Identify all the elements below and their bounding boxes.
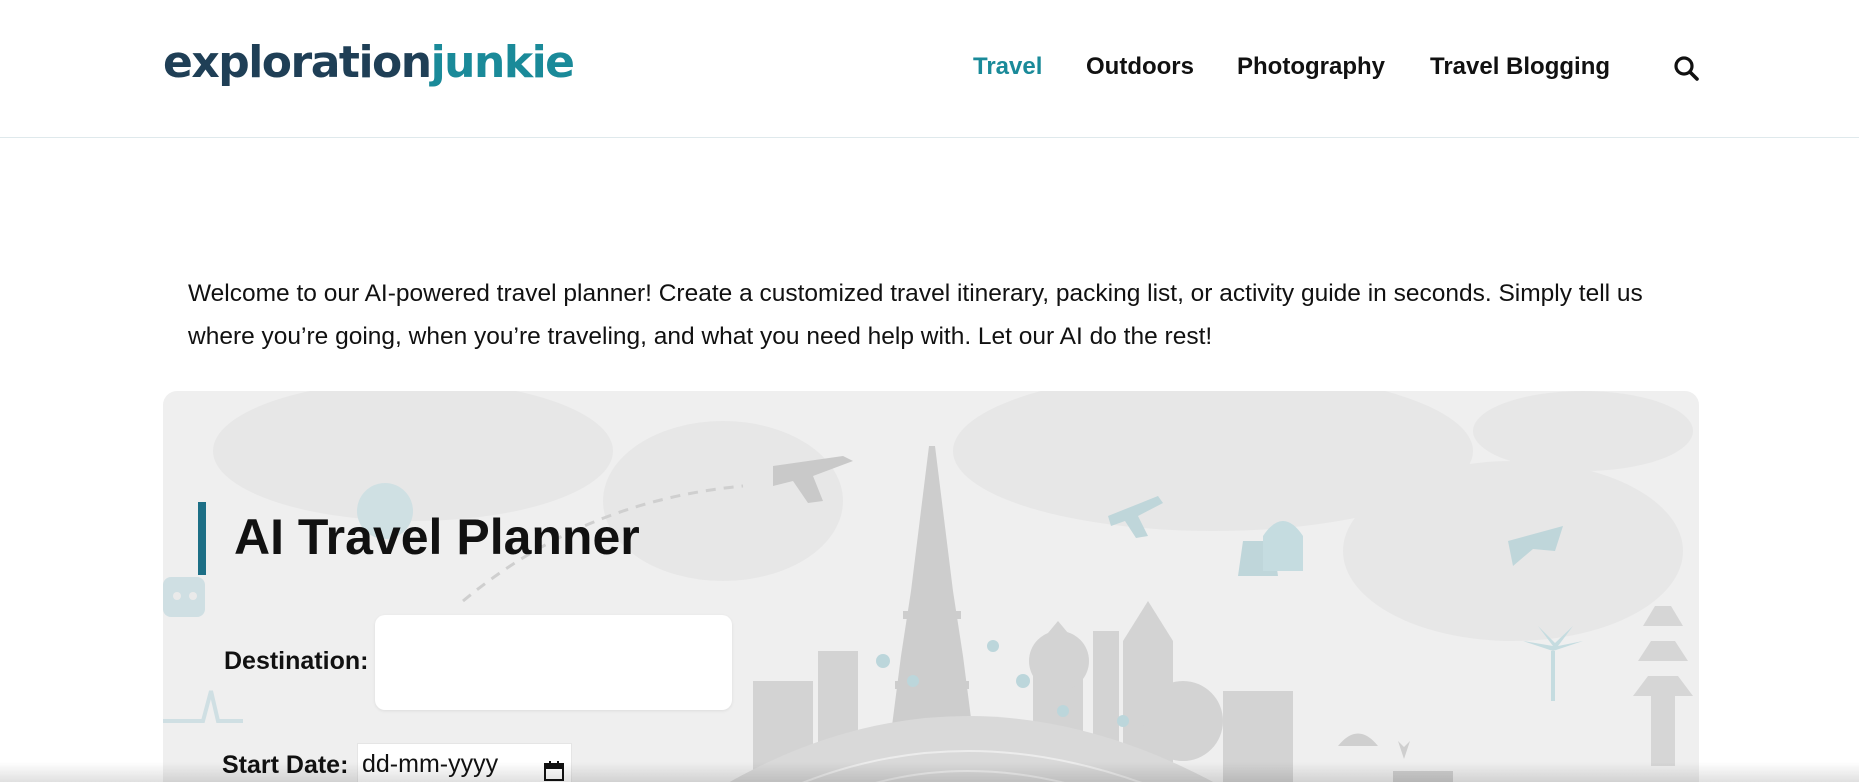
search-icon[interactable] <box>1672 54 1700 82</box>
calendar-icon[interactable] <box>543 760 565 782</box>
nav-item-travel[interactable]: Travel <box>973 50 1042 84</box>
start-date-label: Start Date: <box>222 751 349 779</box>
destination-label: Destination: <box>224 647 369 675</box>
intro-paragraph: Welcome to our AI-powered travel planner… <box>188 280 1643 350</box>
logo-text-exploration: exploration <box>163 37 432 88</box>
site-logo[interactable]: explorationjunkie <box>163 34 575 92</box>
travel-planner-panel: AI Travel Planner Destination: Start Dat… <box>163 391 1699 782</box>
logo-text-junkie: junkie <box>430 37 575 88</box>
destination-input[interactable] <box>375 615 732 710</box>
title-accent-bar <box>198 502 206 575</box>
nav-item-outdoors[interactable]: Outdoors <box>1086 50 1194 84</box>
nav-item-travel-blogging[interactable]: Travel Blogging <box>1430 50 1610 84</box>
start-date-placeholder: dd-mm-yyyy <box>362 750 499 778</box>
nav-item-photography[interactable]: Photography <box>1237 50 1385 84</box>
site-header: explorationjunkie Travel Outdoors Photog… <box>0 0 1859 138</box>
planner-title: AI Travel Planner <box>234 509 640 565</box>
start-date-input[interactable]: dd-mm-yyyy <box>357 743 572 782</box>
travel-illustration-background <box>163 391 1693 782</box>
